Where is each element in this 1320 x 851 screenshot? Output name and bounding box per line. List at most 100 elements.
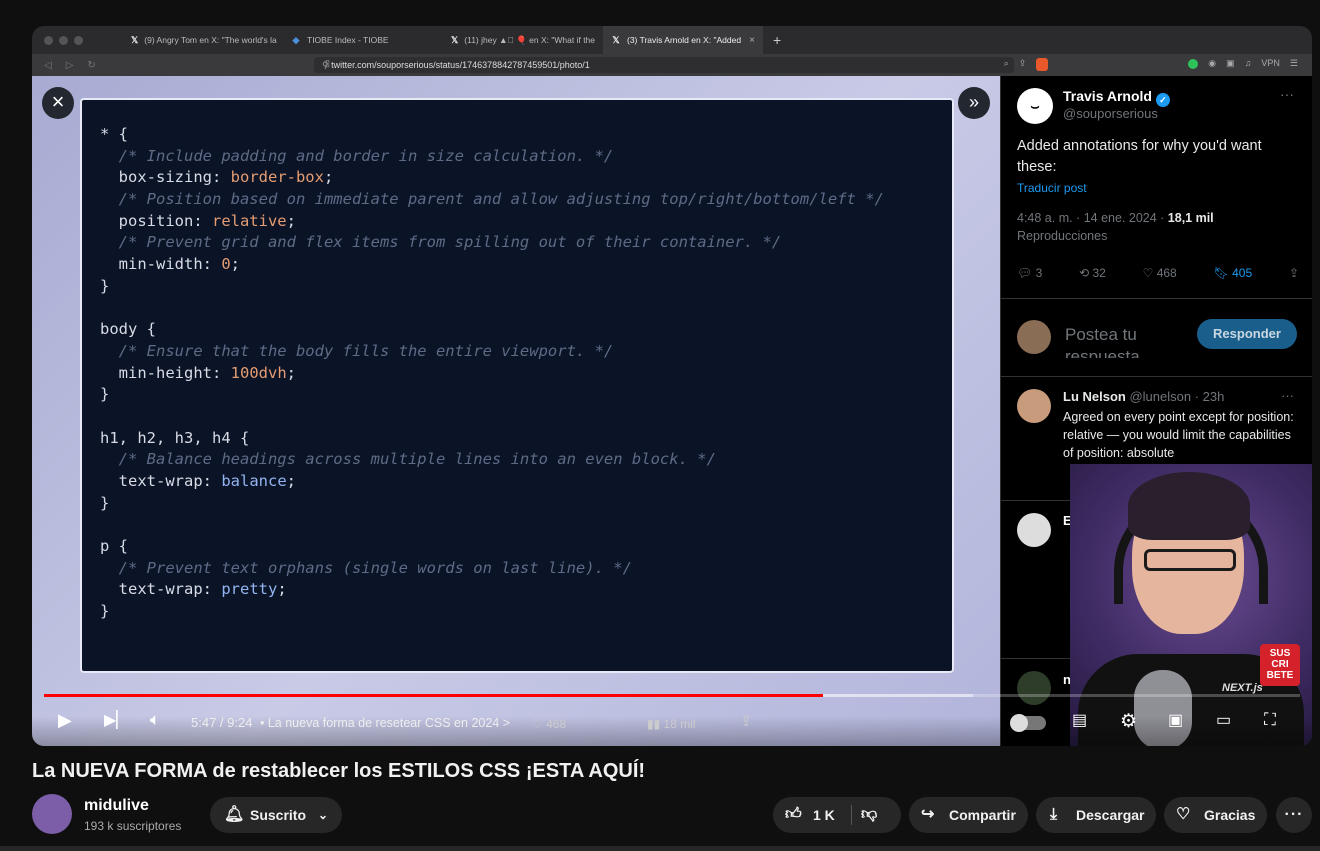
progress-bar[interactable] [44,694,1300,697]
bg-like-count: ♡ 468 [532,717,567,731]
code-line: h1, h2, h3, h4 { [100,428,250,447]
url-field[interactable]: ⚲ twitter.com/souporserious/status/17463… [314,57,1014,73]
back-icon[interactable]: ◁ [44,60,52,71]
url-text: twitter.com/souporserious/status/1746378… [331,60,590,70]
comment-text: Agreed on every point except for positio… [1063,410,1294,460]
dislike-button[interactable]: 👎︎ [861,797,877,833]
code-line: } [100,602,110,621]
code-line: min-width: 0; [100,255,241,274]
channel-avatar[interactable] [32,794,72,834]
subtitles-icon[interactable]: ▤ [1072,710,1087,730]
reply-input[interactable]: Postea tu respuesta [1065,324,1189,358]
music-icon[interactable]: ♫ [1245,58,1252,71]
code-line: /* Position based on immediate parent an… [100,190,884,209]
like-dislike-group: 👍︎ 1 K 👎︎ [773,797,901,833]
menu-icon[interactable]: ☰ [1290,58,1298,71]
video-player[interactable]: 𝕏 (9) Angry Tom en X: "The world's la ◆ TI… [32,26,1312,746]
heart-dollar-icon: ♡ [1176,806,1191,823]
thanks-button[interactable]: ♡ Gracias [1164,797,1267,833]
user-avatar [1017,320,1051,354]
chevron-down-icon: ⌄ [317,808,328,822]
bookmark-action[interactable]: 🔖︎ 405 [1214,266,1253,280]
channel-name[interactable]: midulive [84,797,149,815]
share-arrow-icon: ↪ [921,806,935,823]
share-icon[interactable]: ⇪ [1019,58,1027,71]
comment-avatar[interactable] [1017,671,1051,705]
subscribed-button[interactable]: 🔔︎ Suscrito ⌄ [210,797,342,833]
reply-action[interactable]: 💬︎ 3 [1017,266,1042,280]
code-line: /* Ensure that the body fills the entire… [100,341,614,360]
play-button[interactable]: ▶ [58,710,72,731]
page-divider [0,846,1320,851]
theater-mode-icon[interactable]: ▭ [1216,710,1231,730]
like-button[interactable]: 👍︎ 1 K [773,797,851,833]
x-logo-icon: 𝕏 [451,35,459,45]
miniplayer-icon[interactable]: ▣ [1168,710,1183,730]
forward-icon[interactable]: ▷ [66,60,74,71]
volume-icon[interactable]: 🔈︎ [150,710,160,730]
more-options-icon[interactable]: ··· [1281,388,1294,403]
settings-gear-icon[interactable]: ⚙ [1120,710,1137,733]
vpn-button[interactable]: VPN [1261,58,1280,71]
next-video-button[interactable]: ▶▏ [104,710,129,730]
code-line: /* Include padding and border in size ca… [100,146,614,165]
code-line: /* Prevent text orphans (single words on… [100,558,632,577]
code-line: * { [100,125,128,143]
window-controls[interactable] [44,35,83,45]
more-options-icon[interactable]: ··· [1280,86,1294,102]
browser-tab-3[interactable]: 𝕏 (11) jhey ▲🏽 🎈 en X: "What if the [443,26,603,54]
retweet-action[interactable]: ⟲ 32 [1079,266,1106,280]
next-photo-button[interactable]: » [958,87,990,119]
video-frame[interactable]: × » * { /* Include padding and border in… [32,76,1312,746]
code-line: body { [100,320,156,339]
comment-avatar[interactable] [1017,389,1051,423]
code-line: } [100,385,110,404]
translate-link[interactable]: Traducir post [1017,181,1087,195]
author-name[interactable]: Travis Arnold ✓ [1063,88,1170,107]
bookmark-icon[interactable]: ▯ [325,58,330,69]
wallet-icon[interactable]: ▣ [1226,58,1235,71]
divider [1001,298,1312,299]
more-actions-button[interactable]: ··· [1276,797,1312,833]
extension-status-icon[interactable] [1188,59,1199,69]
code-image: * { /* Include padding and border in siz… [80,98,954,673]
chapter-title[interactable]: • La nueva forma de resetear CSS en 2024… [260,716,510,730]
zoom-icon[interactable]: ⌕ [1004,58,1009,71]
fullscreen-icon[interactable]: ⛶ [1264,710,1276,730]
close-photo-button[interactable]: × [42,87,74,119]
divider [1001,376,1312,377]
autoplay-toggle[interactable] [1010,714,1046,732]
code-line: } [100,276,110,295]
player-controls: ♡ 468 ▮▮ 18 mil ⇪ ▶ ▶▏ 🔈︎ 5:47 / 9:24 • … [32,706,1312,740]
nextjs-logo: NEXT.js [1222,682,1263,694]
browser-tab-4-active[interactable]: 𝕏 (3) Travis Arnold en X: "Added × [603,26,763,54]
browser-tab-bar: 𝕏 (9) Angry Tom en X: "The world's la ◆ TI… [32,26,1312,54]
download-button[interactable]: ⤓ Descargar [1036,797,1156,833]
author-handle[interactable]: @souporserious [1063,106,1158,121]
code-line: /* Prevent grid and flex items from spil… [100,233,782,252]
brave-shield-icon[interactable] [1036,58,1049,71]
share-tweet-icon[interactable]: ⇪ [1289,266,1299,280]
glasses [1144,549,1236,571]
like-action[interactable]: ♡ 468 [1143,266,1177,280]
x-logo-icon: 𝕏 [131,35,139,45]
code-line: /* Balance headings across multiple line… [100,450,716,469]
code-line: text-wrap: pretty; [100,580,287,599]
browser-tab-2[interactable]: ◆ TIOBE Index - TIOBE [283,26,443,54]
reply-button[interactable]: Responder [1197,319,1297,349]
reload-icon[interactable]: ↻ [87,60,95,71]
comment-author[interactable]: Lu Nelson @lunelson · 23h [1063,389,1224,404]
close-tab-icon[interactable]: × [749,35,755,46]
extension-icon[interactable]: ◉ [1208,58,1216,71]
author-avatar[interactable]: ⌣ [1017,88,1053,124]
new-tab-icon[interactable]: + [773,32,781,48]
share-button[interactable]: ↪ Compartir [909,797,1028,833]
browser-tab-1[interactable]: 𝕏 (9) Angry Tom en X: "The world's la [123,26,283,54]
video-title: La NUEVA FORMA de restablecer los ESTILO… [32,760,646,782]
comment-avatar[interactable] [1017,513,1051,547]
x-logo-icon: 𝕏 [612,35,620,45]
progress-played [44,694,823,697]
tab-label: (3) Travis Arnold en X: "Added [627,35,742,45]
